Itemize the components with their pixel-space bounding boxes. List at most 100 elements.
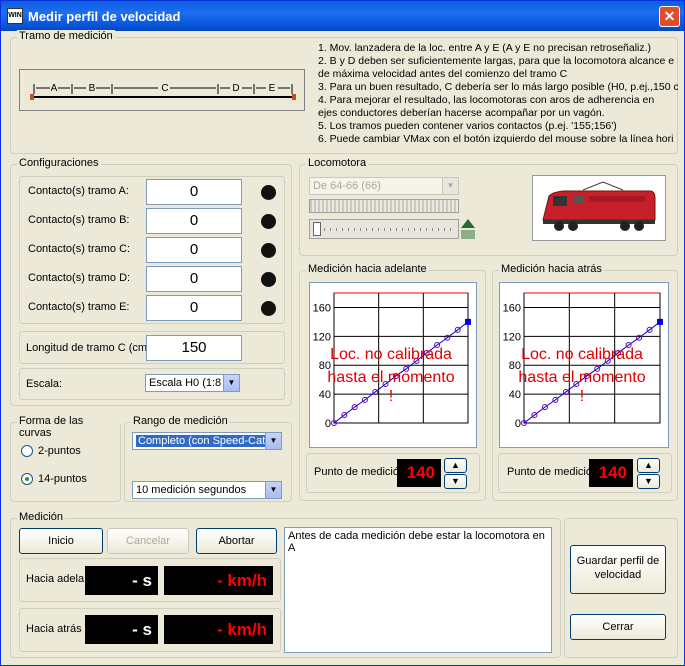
y-tick-label: 160 [503,302,521,314]
punto-atras-down[interactable]: ▼ [637,474,660,489]
segment-d-label: D [232,83,239,94]
data-point-handle [657,318,663,325]
punto-adelante-value: 140 [397,459,441,487]
contact-c-label: Contacto(s) tramo C: [28,243,131,255]
close-button[interactable]: ✕ [659,6,680,27]
data-point-handle [465,318,471,325]
escala-value: Escala H0 (1:8 [149,377,222,389]
contact-b-input[interactable]: 0 [146,208,242,234]
instruction-line: 6. Puede cambiar VMax con el botón izqui… [318,133,674,145]
longitud-label: Longitud de tramo C (cm) [26,342,151,354]
calibration-warning: ! [580,388,584,405]
segment-b-label: B [89,83,96,94]
locomotora-label: Locomotora [306,157,369,169]
rango-value: Completo (con Speed-Cat) [136,435,271,447]
calibration-warning: hasta el momento [327,369,454,386]
abortar-button[interactable]: Abortar [196,528,277,554]
instruction-line: 5. Los tramos pueden contener varios con… [318,120,617,132]
forma-group: Forma de las curvas [10,415,121,502]
chevron-down-icon[interactable]: ▼ [265,433,281,449]
config-label: Configuraciones [17,157,101,169]
chevron-down-icon[interactable]: ▼ [442,178,458,194]
inicio-button[interactable]: Inicio [19,528,103,554]
atras-label: Medición hacia atrás [499,263,604,275]
chart-atras-svg[interactable]: 04080120160Loc. no calibradahasta el mom… [500,283,670,449]
chart-atras[interactable]: 0 40 80 120 160 Loc. no calibrada hasta el mom… [499,282,669,448]
y-tick-label: 160 [313,302,331,314]
y-tick-label: 40 [319,389,331,401]
contact-e-label: Contacto(s) tramo E: [28,301,130,313]
chevron-down-icon[interactable]: ▼ [223,375,239,391]
chart-adelante-svg[interactable]: 04080120160Loc. no calibradahasta el mom… [310,283,478,449]
punto-atras-up[interactable]: ▲ [637,458,660,473]
calibration-warning: Loc. no calibrada [521,346,643,363]
locomotive-icon [542,181,656,231]
cerrar-button[interactable]: Cerrar [570,614,666,640]
adelante-label: Medición hacia adelante [306,263,429,275]
cancelar-button[interactable]: Cancelar [107,528,189,554]
contact-a-input[interactable]: 0 [146,179,242,205]
speed-steps-bar [309,199,459,213]
guardar-button[interactable]: Guardar perfil de velocidad [570,545,666,594]
speed-down-icon[interactable] [461,230,475,239]
track-svg: A B C D E [30,83,296,100]
atras-time-display: - s [85,615,158,644]
locomotora-select[interactable]: De 64-66 (66) ▼ [309,177,459,195]
calibration-warning: Loc. no calibrada [330,346,452,363]
arrow-up-icon: ▲ [451,460,460,470]
contact-a-indicator [261,185,276,200]
segment-a-label: A [51,83,58,94]
contact-e-input[interactable]: 0 [146,295,242,321]
instruction-line: 1. Mov. lanzadera de la loc. entre A y E… [318,42,652,54]
chart-adelante[interactable]: 0 40 80 120 160 Loc. no calibrada hasta el mom… [309,282,477,448]
contact-c-input[interactable]: 0 [146,237,242,263]
escala-label: Escala: [26,378,63,390]
locomotive-image [532,175,666,241]
calibration-warning: hasta el momento [518,369,645,386]
locomotora-value: De 64-66 (66) [313,180,381,192]
y-tick-label: 120 [313,331,331,343]
y-tick-label: 40 [509,389,521,401]
duracion-select[interactable]: 10 medición segundos ▼ [132,481,282,499]
adelante-time-display: - s [85,566,158,595]
calibration-warning: ! [389,388,393,405]
duracion-value: 10 medición segundos [136,484,247,496]
escala-select[interactable]: Escala H0 (1:8 ▼ [145,374,240,392]
contact-b-label: Contacto(s) tramo B: [28,214,130,226]
title-bar[interactable]: WIN Medir perfil de velocidad ✕ [1,1,684,31]
contact-d-input[interactable]: 0 [146,266,242,292]
log-textarea[interactable]: Antes de cada medición debe estar la loc… [284,527,552,653]
instructions-list: 1. Mov. lanzadera de la loc. entre A y E… [318,42,678,146]
punto-adelante-up[interactable]: ▲ [444,458,467,473]
radio-2-puntos-label[interactable]: 2-puntos [38,445,81,457]
hacia-adelante-label: Hacia adela [26,573,85,585]
contact-d-indicator [261,272,276,287]
track-diagram: A B C D E [19,69,305,111]
punto-atras-label: Punto de medició [507,466,592,478]
window-title: Medir perfil de velocidad [28,9,181,24]
radio-2-puntos[interactable] [21,445,33,457]
tramo-label: Tramo de medición [17,30,115,42]
chevron-down-icon[interactable]: ▼ [265,482,281,498]
hacia-atras-label: Hacia atrás [26,623,82,635]
dialog-window: WIN Medir perfil de velocidad ✕ Tramo de… [0,0,685,666]
instruction-line: 3. Para un buen resultado, C debería ser… [318,81,678,93]
radio-14-puntos-label[interactable]: 14-puntos [38,473,87,485]
longitud-input[interactable]: 150 [146,335,242,361]
arrow-up-icon: ▲ [644,460,653,470]
radio-14-puntos[interactable] [21,473,33,485]
close-icon: ✕ [663,8,676,24]
speed-slider[interactable] [309,219,459,239]
contact-b-indicator [261,214,276,229]
rango-select[interactable]: Completo (con Speed-Cat) ▼ [132,432,282,450]
y-tick-label: 0 [515,418,521,430]
instruction-line: 2. B y D deben ser suficientemente larga… [318,55,675,67]
slider-thumb[interactable] [313,222,321,236]
speed-up-icon[interactable] [461,219,475,228]
punto-adelante-label: Punto de medició [314,466,399,478]
punto-adelante-down[interactable]: ▼ [444,474,467,489]
contact-d-label: Contacto(s) tramo D: [28,272,131,284]
adelante-speed-display: - km/h [164,566,273,595]
instruction-line: 4. Para mejorar el resultado, las locomo… [318,94,655,106]
segment-c-label: C [161,83,168,94]
